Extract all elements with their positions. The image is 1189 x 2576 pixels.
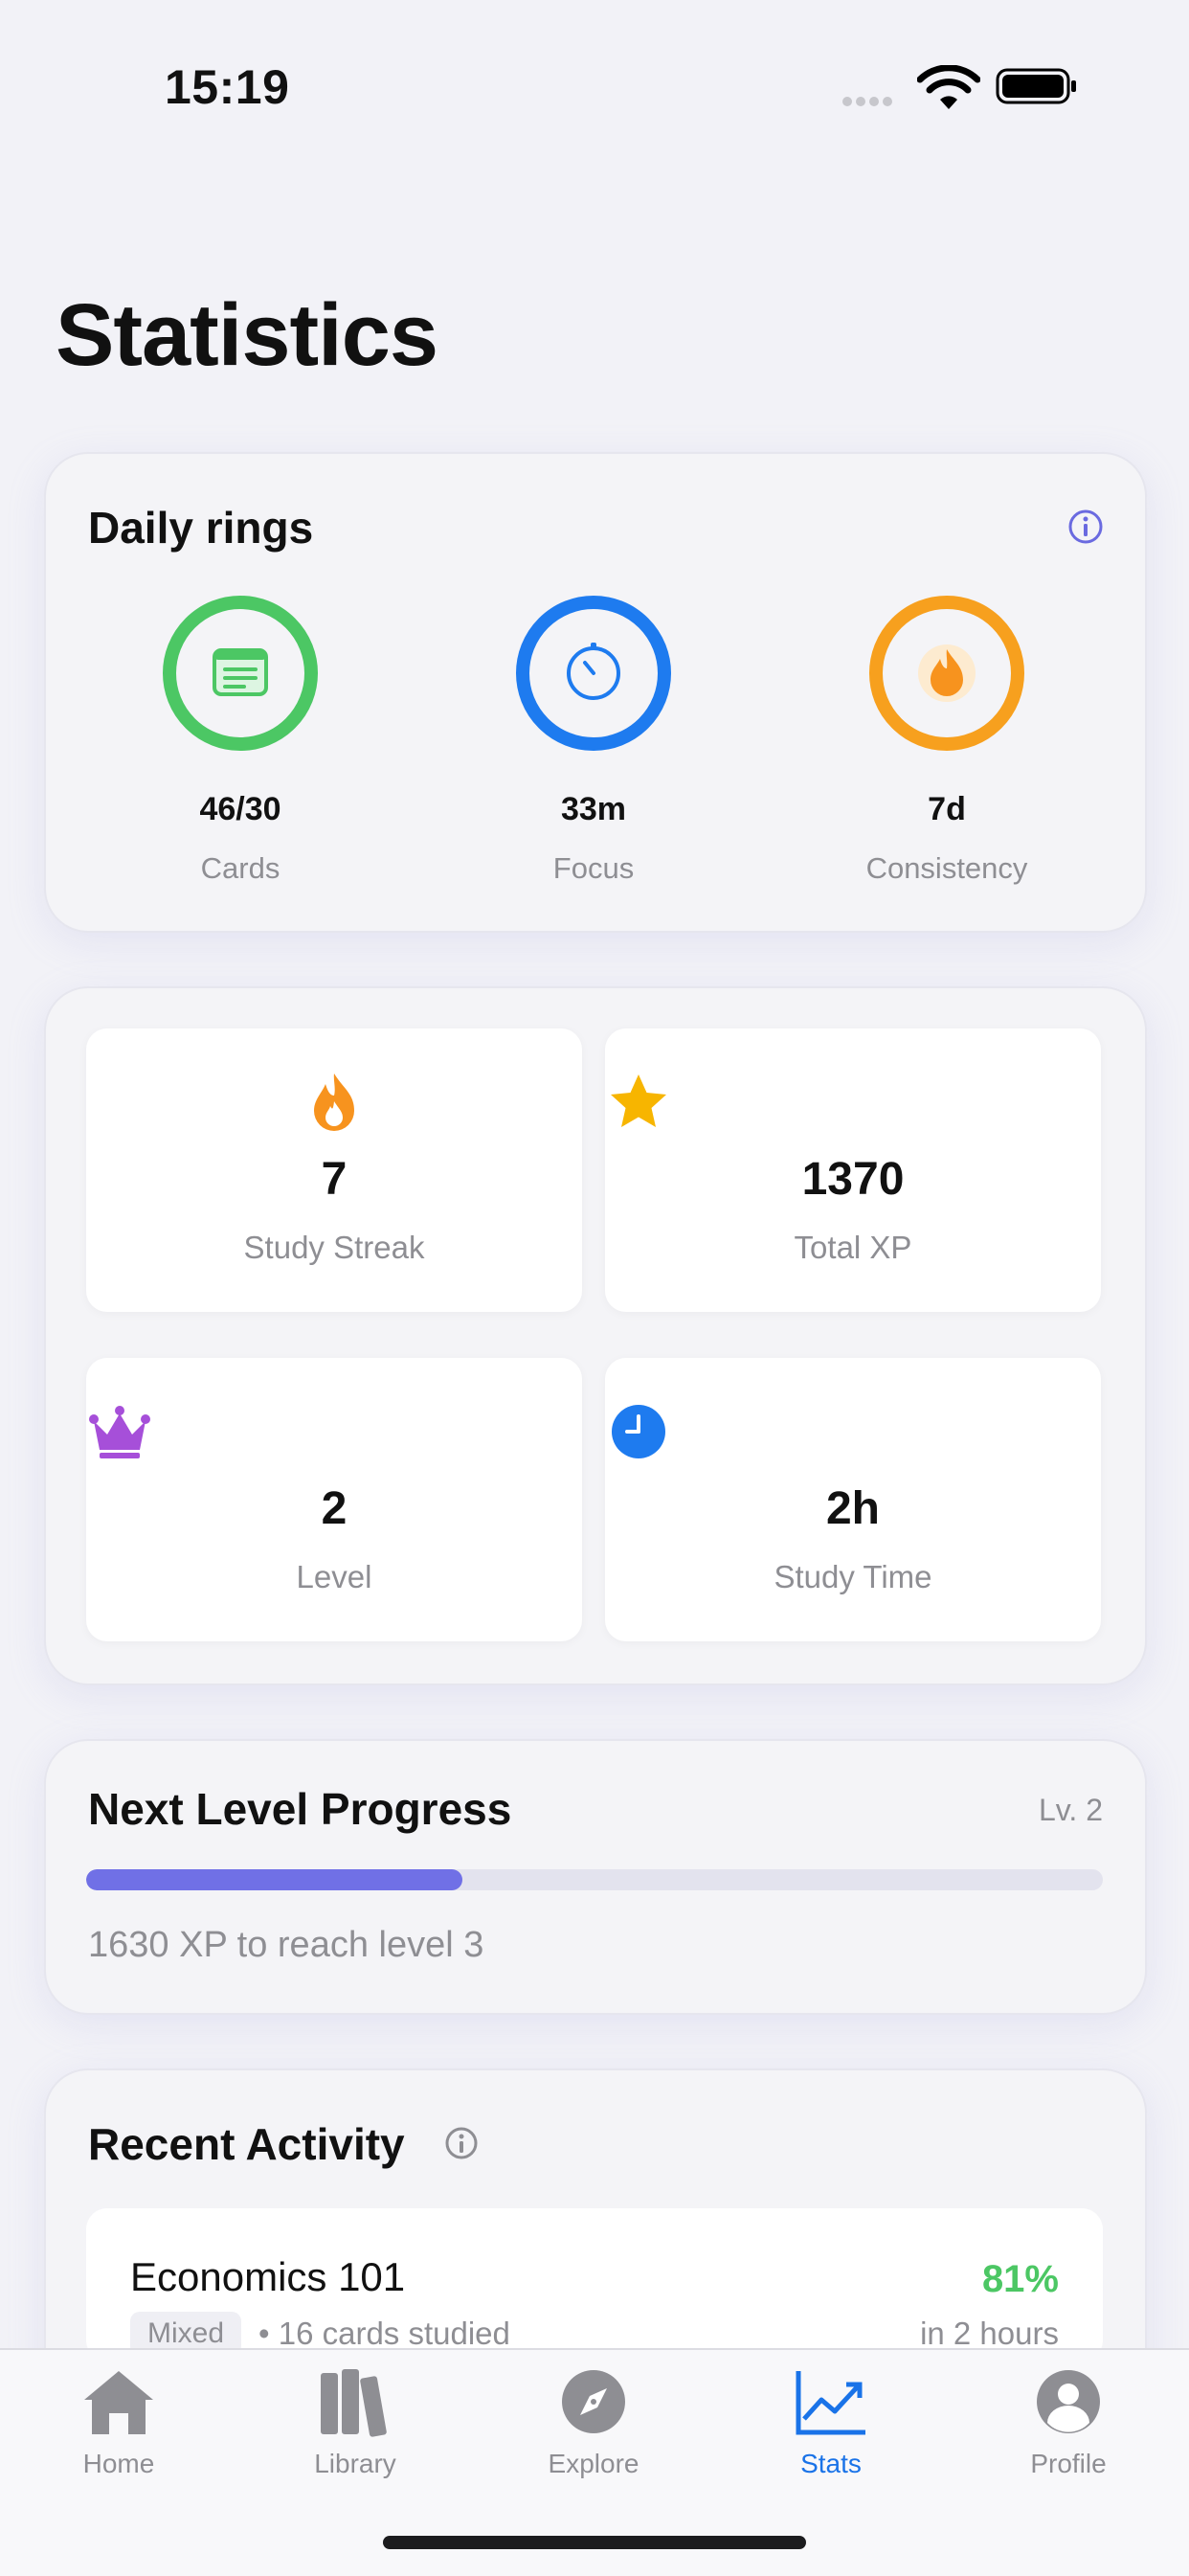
xp-progress-bar xyxy=(86,1869,1103,1890)
tab-label: Profile xyxy=(1030,2449,1107,2478)
stat-study-streak[interactable]: 7 Study Streak xyxy=(86,1028,582,1312)
stat-level[interactable]: 2 Level xyxy=(86,1358,582,1641)
xp-progress-fill xyxy=(86,1869,462,1890)
stat-label: Study Time xyxy=(774,1559,932,1594)
stat-value: 2h xyxy=(825,1483,880,1534)
activity-time: in 2 hours xyxy=(920,2316,1059,2351)
clock-icon xyxy=(612,1405,665,1458)
card-icon xyxy=(163,596,318,751)
stat-value: 2 xyxy=(321,1483,348,1534)
compass-icon xyxy=(562,2370,625,2433)
page-title: Statistics xyxy=(56,286,438,384)
tab-home[interactable]: Home xyxy=(23,2365,214,2479)
level-badge: Lv. 2 xyxy=(1039,1793,1103,1827)
ring-value: 7d xyxy=(928,791,966,827)
tab-explore[interactable]: Explore xyxy=(498,2365,689,2479)
status-time: 15:19 xyxy=(165,60,290,114)
home-indicator xyxy=(383,2536,806,2549)
tab-stats[interactable]: Stats xyxy=(735,2365,927,2479)
ring-focus: 33m Focus xyxy=(450,592,737,886)
ring-cards: 46/30 Cards xyxy=(97,592,384,886)
tab-label: Explore xyxy=(548,2449,639,2478)
battery-icon xyxy=(996,68,1076,104)
stat-study-time[interactable]: 2h Study Time xyxy=(605,1358,1101,1641)
flame-icon xyxy=(869,596,1024,751)
ring-label: Consistency xyxy=(865,851,1028,885)
ring-value: 33m xyxy=(560,791,627,827)
tab-library[interactable]: Library xyxy=(259,2365,451,2479)
ring-label: Focus xyxy=(552,851,635,885)
wifi-icon xyxy=(917,65,980,109)
activity-name: Economics 101 xyxy=(130,2254,406,2299)
ring-label: Cards xyxy=(200,851,280,885)
books-icon xyxy=(321,2369,387,2437)
stat-total-xp[interactable]: 1370 Total XP xyxy=(605,1028,1101,1312)
stat-value: 7 xyxy=(321,1154,348,1205)
tab-label: Stats xyxy=(800,2449,862,2478)
tab-label: Library xyxy=(314,2449,396,2478)
ring-value: 46/30 xyxy=(199,791,281,827)
flame-icon xyxy=(314,1073,354,1131)
stat-label: Level xyxy=(296,1559,372,1594)
activity-detail: • 16 cards studied xyxy=(258,2316,510,2351)
person-icon xyxy=(1037,2370,1100,2433)
recent-activity-title: Recent Activity xyxy=(88,2119,405,2169)
timer-icon xyxy=(516,596,671,751)
daily-rings-title: Daily rings xyxy=(88,503,314,553)
star-icon xyxy=(611,1074,666,1127)
stat-label: Study Streak xyxy=(243,1230,425,1265)
activity-score: 81% xyxy=(981,2258,1059,2300)
ring-consistency: 7d Consistency xyxy=(803,592,1090,886)
info-icon[interactable] xyxy=(442,2124,481,2162)
activity-item[interactable]: Economics 101 Mixed • 16 cards studied 8… xyxy=(86,2208,1103,2361)
tab-profile[interactable]: Profile xyxy=(973,2365,1164,2479)
chart-icon xyxy=(796,2371,865,2435)
stat-label: Total XP xyxy=(794,1230,912,1265)
next-level-title: Next Level Progress xyxy=(88,1784,512,1834)
tab-label: Home xyxy=(82,2449,155,2478)
signal-dots-icon xyxy=(842,94,906,106)
stat-value: 1370 xyxy=(801,1154,905,1205)
house-icon xyxy=(84,2371,153,2434)
next-level-caption: 1630 XP to reach level 3 xyxy=(88,1925,484,1965)
crown-icon xyxy=(89,1406,150,1458)
info-icon[interactable] xyxy=(1066,508,1105,546)
